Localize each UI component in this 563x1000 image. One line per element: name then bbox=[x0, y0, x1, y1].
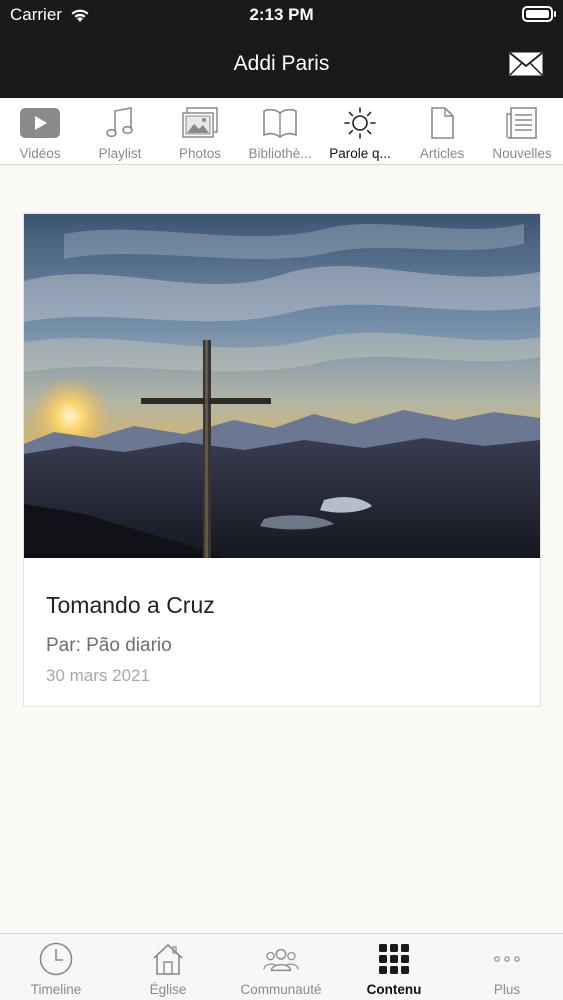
tab-label: Vidéos bbox=[19, 146, 61, 161]
tab-plus[interactable]: Plus bbox=[451, 934, 563, 1000]
book-icon bbox=[263, 108, 297, 139]
tab-label: Timeline bbox=[30, 982, 82, 997]
tab-label: Communauté bbox=[240, 982, 322, 997]
tab-label: Église bbox=[149, 982, 187, 997]
content-category-tabs: Vidéos Playlist Photos Bibliothè... Paro… bbox=[0, 98, 563, 165]
tab-playlist[interactable]: Playlist bbox=[80, 98, 160, 165]
tab-label: Contenu bbox=[366, 982, 422, 997]
tab-label: Nouvelles bbox=[492, 146, 552, 161]
tab-label: Parole q... bbox=[329, 146, 391, 161]
people-icon bbox=[263, 948, 299, 972]
tab-contenu[interactable]: Contenu bbox=[338, 934, 450, 1000]
screen: Carrier 2:13 PM Addi Paris Vidéos Playli… bbox=[0, 0, 563, 1000]
tab-label: Bibliothè... bbox=[248, 146, 312, 161]
grid-icon bbox=[379, 944, 409, 974]
tab-communaute[interactable]: Communauté bbox=[225, 934, 337, 1000]
sunset-cross-image bbox=[24, 214, 540, 558]
tab-bibliotheque[interactable]: Bibliothè... bbox=[240, 98, 320, 165]
music-note-icon bbox=[106, 107, 133, 138]
newspaper-icon bbox=[506, 107, 537, 139]
video-play-icon bbox=[20, 108, 60, 138]
tab-parole[interactable]: Parole q... bbox=[320, 98, 400, 165]
more-dots-icon bbox=[494, 956, 520, 962]
clock-icon bbox=[39, 942, 73, 976]
card-author: Par: Pão diario bbox=[46, 635, 172, 656]
mail-icon bbox=[509, 52, 543, 76]
mail-button[interactable] bbox=[509, 52, 543, 76]
tab-videos[interactable]: Vidéos bbox=[0, 98, 80, 165]
content-card[interactable]: Tomando a Cruz Par: Pão diario 30 mars 2… bbox=[23, 213, 541, 707]
sun-icon bbox=[344, 107, 376, 139]
clock-time: 2:13 PM bbox=[249, 5, 314, 24]
page-title: Addi Paris bbox=[233, 52, 330, 75]
church-icon bbox=[153, 943, 183, 975]
document-icon bbox=[431, 107, 454, 139]
tab-eglise[interactable]: Église bbox=[112, 934, 224, 1000]
tab-photos[interactable]: Photos bbox=[160, 98, 240, 165]
tab-label: Plus bbox=[493, 982, 521, 997]
tab-articles[interactable]: Articles bbox=[402, 98, 482, 165]
battery-icon bbox=[522, 6, 556, 22]
tab-label: Photos bbox=[178, 146, 222, 161]
tab-nouvelles[interactable]: Nouvelles bbox=[482, 98, 562, 165]
status-bar: Carrier 2:13 PM bbox=[0, 0, 563, 30]
card-title: Tomando a Cruz bbox=[46, 592, 215, 618]
photos-icon bbox=[182, 107, 218, 138]
tab-label: Playlist bbox=[98, 146, 142, 161]
tab-label: Articles bbox=[419, 146, 465, 161]
top-bar: Carrier 2:13 PM Addi Paris bbox=[0, 0, 563, 98]
bottom-tab-bar: Timeline Église Communauté Contenu Plus bbox=[0, 933, 563, 1000]
card-date: 30 mars 2021 bbox=[46, 666, 150, 685]
tab-timeline[interactable]: Timeline bbox=[0, 934, 112, 1000]
